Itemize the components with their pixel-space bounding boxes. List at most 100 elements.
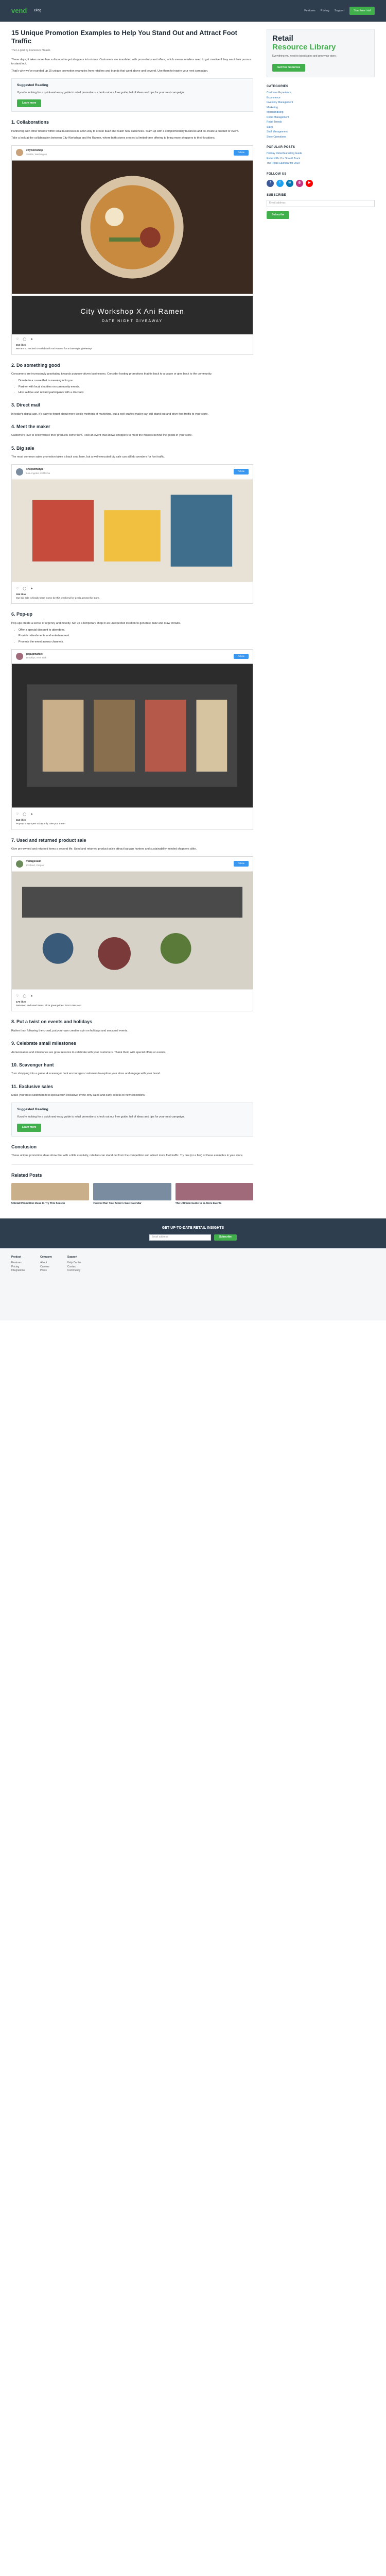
likes-count: 153 likes bbox=[16, 344, 27, 347]
popular-link[interactable]: The Retail Calendar for 2019 bbox=[267, 162, 375, 166]
comment-icon[interactable]: ◯ bbox=[23, 587, 26, 591]
footer-link[interactable]: Integrations bbox=[11, 1269, 25, 1273]
category-link[interactable]: Marketing bbox=[267, 106, 375, 110]
trial-button[interactable]: Start free trial bbox=[349, 6, 375, 15]
intro-2: That's why we've rounded up 15 unique pr… bbox=[11, 69, 208, 73]
suggested-reading: Suggested Reading If you're looking for … bbox=[11, 78, 253, 112]
footer-link[interactable]: Pricing bbox=[11, 1265, 25, 1269]
footer-link[interactable]: Community bbox=[67, 1269, 81, 1273]
heart-icon[interactable]: ♡ bbox=[16, 587, 19, 591]
footer-link[interactable]: Features bbox=[11, 1261, 25, 1265]
footer-link[interactable]: About bbox=[40, 1261, 52, 1265]
subscribe-button[interactable]: Subscribe bbox=[267, 211, 290, 219]
heart-icon[interactable]: ♡ bbox=[16, 337, 19, 342]
category-link[interactable]: Retail Trends bbox=[267, 121, 375, 125]
related-card[interactable]: How to Plan Your Store's Sale Calendar bbox=[93, 1183, 171, 1206]
related-title[interactable]: 5 Retail Promotion Ideas to Try This Sea… bbox=[11, 1202, 89, 1206]
footer-link[interactable]: Careers bbox=[40, 1265, 52, 1269]
category-link[interactable]: Customer Experience bbox=[267, 91, 375, 95]
post-user[interactable]: cityworkshop bbox=[26, 149, 47, 153]
category-link[interactable]: Store Operations bbox=[267, 135, 375, 140]
suggested-button[interactable]: Learn more bbox=[17, 99, 42, 108]
nav-pricing[interactable]: Pricing bbox=[321, 9, 329, 13]
category-link[interactable]: Sales bbox=[267, 126, 375, 130]
share-icon[interactable]: ➤ bbox=[30, 337, 33, 342]
post-location: Portland, Oregon bbox=[26, 863, 44, 867]
newsletter-button[interactable]: Subscribe bbox=[214, 1234, 237, 1241]
comment-icon[interactable]: ◯ bbox=[23, 337, 26, 342]
nav-support[interactable]: Support bbox=[335, 9, 344, 13]
section-heading: 1. Collaborations bbox=[11, 120, 49, 125]
heart-icon[interactable]: ♡ bbox=[16, 812, 19, 817]
category-link[interactable]: Retail Management bbox=[267, 116, 375, 120]
follow-heading: Follow Us bbox=[267, 172, 287, 176]
twitter-icon[interactable]: t bbox=[276, 179, 284, 187]
follow-button[interactable]: Follow bbox=[233, 469, 249, 474]
category-link[interactable]: Ecommerce bbox=[267, 96, 375, 100]
section-text: The most common sales promotion takes a … bbox=[11, 455, 165, 459]
instagram-post: popupmarket Brooklyn, New York Follow ♡ ◯ ➤… bbox=[11, 649, 253, 830]
follow-button[interactable]: Follow bbox=[233, 150, 249, 156]
byline: The Lo post by Francesca Nicasio bbox=[11, 48, 50, 52]
footer-link[interactable]: Help Center bbox=[67, 1261, 81, 1265]
related-card[interactable]: The Ultimate Guide to In-Store Events bbox=[175, 1183, 253, 1206]
category-link[interactable]: Staff Management bbox=[267, 130, 375, 134]
popular-link[interactable]: Holiday Retail Marketing Guide bbox=[267, 152, 375, 156]
share-icon[interactable]: ➤ bbox=[30, 994, 33, 999]
linkedin-icon[interactable]: in bbox=[286, 179, 293, 187]
promo-button[interactable]: Get free resources bbox=[272, 63, 306, 72]
related-heading: Related Posts bbox=[11, 1172, 42, 1178]
nav-features[interactable]: Features bbox=[304, 9, 315, 13]
vend-logo[interactable]: vend bbox=[11, 6, 27, 16]
suggested-button[interactable]: Learn more bbox=[17, 1124, 42, 1132]
suggested-heading: Suggested Reading bbox=[17, 1108, 48, 1112]
avatar bbox=[16, 468, 23, 476]
related-posts: 5 Retail Promotion Ideas to Try This Sea… bbox=[11, 1183, 253, 1206]
section-heading: 6. Pop-up bbox=[11, 612, 32, 617]
likes-count: 289 likes bbox=[16, 593, 27, 596]
bullet-list: Donate to a cause that is meaningful to … bbox=[19, 379, 253, 395]
promo-title-accent: Resource Library bbox=[272, 42, 336, 52]
heart-icon[interactable]: ♡ bbox=[16, 994, 19, 999]
comment-icon[interactable]: ◯ bbox=[23, 812, 26, 817]
article: 15 Unique Promotion Examples to Help You… bbox=[11, 22, 253, 1210]
list-item: Offer a special discount to attendees. bbox=[19, 628, 253, 632]
section-text: Give pre-owned and returned items a seco… bbox=[11, 848, 197, 851]
related-title[interactable]: How to Plan Your Store's Sale Calendar bbox=[93, 1202, 171, 1206]
avatar bbox=[16, 652, 23, 660]
footer: Product Features Pricing Integrations Co… bbox=[0, 1248, 386, 1320]
share-icon[interactable]: ➤ bbox=[30, 812, 33, 817]
section-heading: 11. Exclusive sales bbox=[11, 1083, 54, 1089]
newsletter-input[interactable]: Email address bbox=[149, 1234, 211, 1241]
post-user[interactable]: vintagevault bbox=[26, 860, 44, 864]
follow-button[interactable]: Follow bbox=[233, 653, 249, 659]
popular-link[interactable]: Retail KPIs You Should Track bbox=[267, 157, 375, 161]
comment-icon[interactable]: ◯ bbox=[23, 994, 26, 999]
post-user[interactable]: shopwithstyle bbox=[26, 468, 50, 472]
instagram-icon[interactable]: ◎ bbox=[296, 179, 303, 187]
facebook-icon[interactable]: f bbox=[267, 179, 274, 187]
post-user[interactable]: popupmarket bbox=[26, 653, 46, 657]
footer-link[interactable]: Press bbox=[40, 1269, 52, 1273]
banner-title: City Workshop X Ani Ramen bbox=[80, 307, 184, 315]
conclusion: Conclusion These unique promotion ideas … bbox=[11, 1144, 253, 1158]
youtube-icon[interactable]: ▶ bbox=[306, 179, 313, 187]
blog-label[interactable]: Blog bbox=[34, 8, 41, 14]
collab-banner: City Workshop X Ani Ramen DATE NIGHT GIV… bbox=[12, 295, 253, 335]
footer-link[interactable]: Contact bbox=[67, 1265, 81, 1269]
section-heading: 2. Do something good bbox=[11, 362, 60, 368]
related-title[interactable]: The Ultimate Guide to In-Store Events bbox=[176, 1202, 253, 1206]
list-item: Partner with local charities on communit… bbox=[19, 385, 253, 389]
follow-button[interactable]: Follow bbox=[233, 861, 249, 867]
category-link[interactable]: Inventory Management bbox=[267, 101, 375, 105]
sidebar: Retail Resource Library Everything you ne… bbox=[267, 22, 375, 1210]
subscribe-input[interactable]: Email address bbox=[267, 199, 375, 207]
category-link[interactable]: Merchandising bbox=[267, 111, 375, 115]
share-icon[interactable]: ➤ bbox=[30, 587, 33, 591]
list-item: Promote the event across channels. bbox=[19, 640, 253, 644]
promo-subtitle: Everything you need to boost sales and g… bbox=[272, 55, 337, 58]
instagram-post: vintagevault Portland, Oregon Follow ♡ ◯ ➤ … bbox=[11, 856, 253, 1012]
list-item: Host a drive and reward participants wit… bbox=[19, 391, 253, 395]
related-card[interactable]: 5 Retail Promotion Ideas to Try This Sea… bbox=[11, 1183, 90, 1206]
ramen-photo bbox=[12, 160, 253, 294]
